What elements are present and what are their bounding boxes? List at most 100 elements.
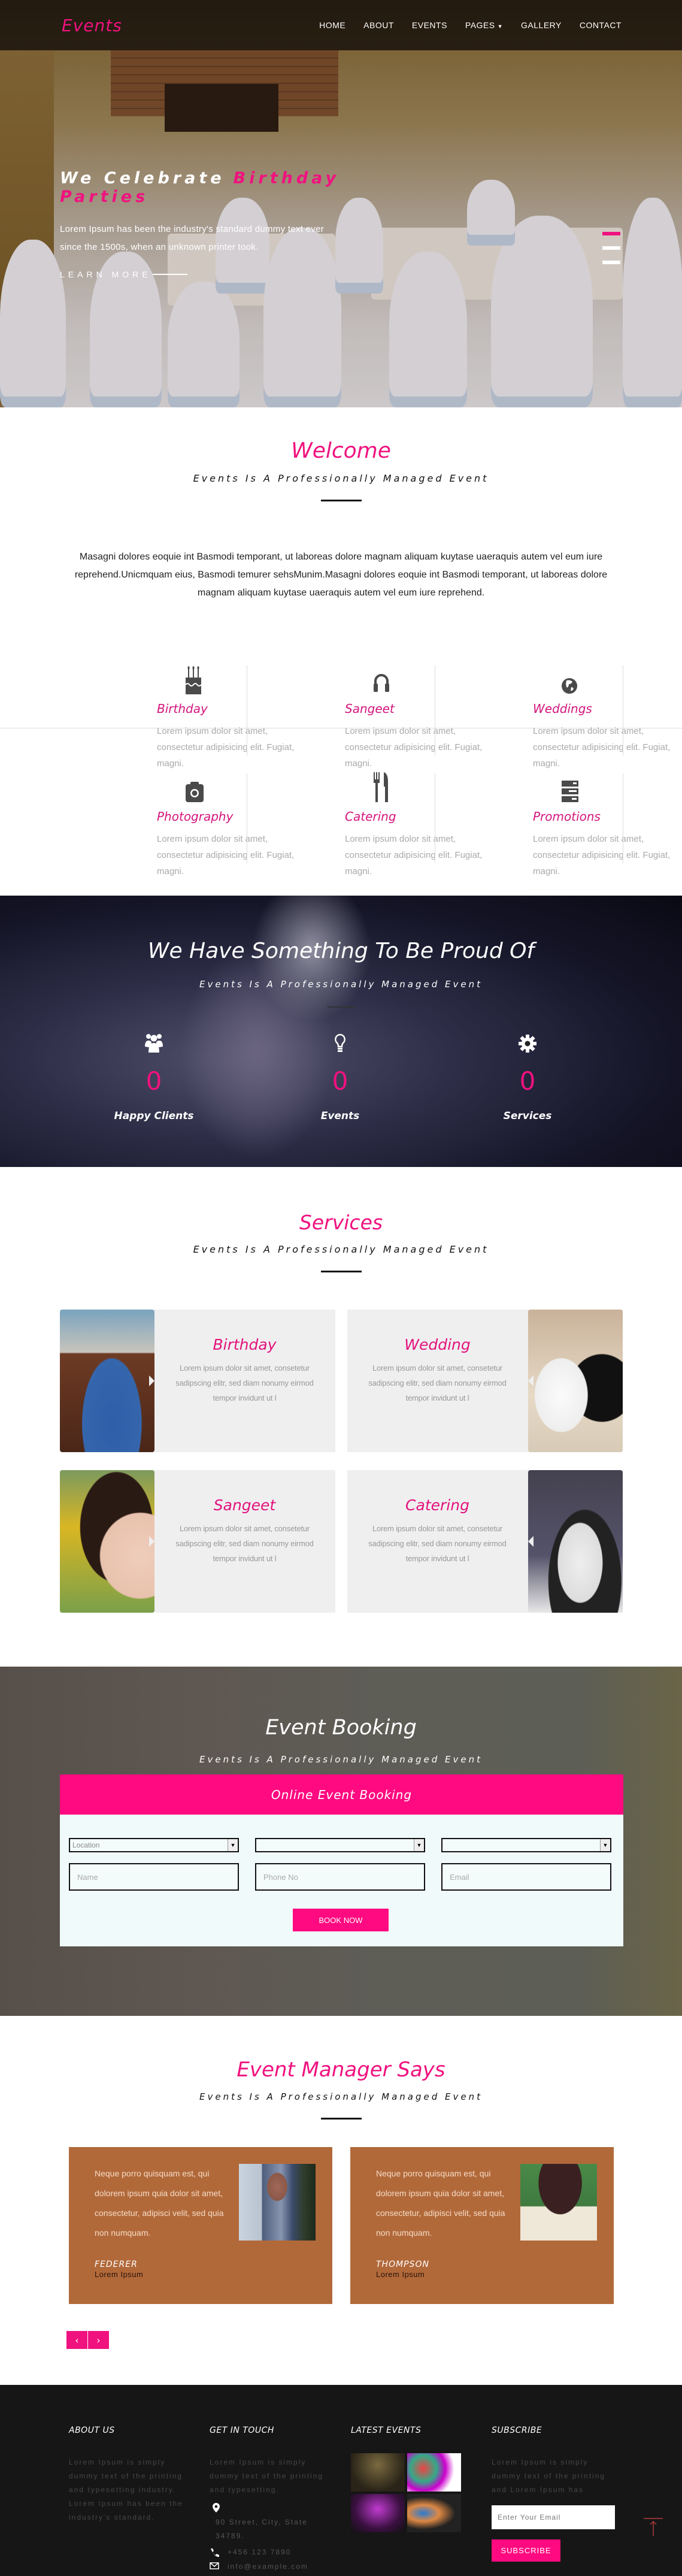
scroll-to-top-button[interactable] <box>644 2518 663 2536</box>
email-input[interactable]: Email <box>441 1863 611 1891</box>
testimonial-name: FEDERER <box>95 2260 138 2269</box>
carousel-prev-button[interactable]: ‹ <box>66 2331 87 2349</box>
dropdown-arrow-icon: ▼ <box>414 1839 424 1851</box>
features-grid: Birthday Lorem ipsum dolor sit amet, con… <box>0 661 682 876</box>
feature-sangeet: Sangeet Lorem ipsum dolor sit amet, cons… <box>345 661 533 769</box>
feature-text: Lorem ipsum dolor sit amet, consectetur … <box>533 834 671 876</box>
slide-indicator-2[interactable] <box>602 246 620 250</box>
event-thumbnail[interactable] <box>351 2494 405 2532</box>
event-thumbnail[interactable] <box>407 2453 461 2492</box>
select-value: Location <box>72 1841 100 1849</box>
footer-contact-text: Lorem Ipsum is simply dummy text of the … <box>210 2458 324 2494</box>
services-section: Services Events Is A Professionally Mana… <box>0 1167 682 1667</box>
site-logo[interactable]: Events <box>62 16 122 35</box>
stat-happy-clients: 0 Happy Clients <box>100 1030 208 1122</box>
booking-form-title: Online Event Booking <box>271 1787 413 1802</box>
stat-label: Services <box>503 1110 552 1122</box>
feature-text: Lorem ipsum dolor sit amet, consectetur … <box>157 726 295 769</box>
feature-photography: Photography Lorem ipsum dolor sit amet, … <box>157 769 345 876</box>
email-row: info@example.com <box>210 2562 335 2571</box>
server-icon <box>533 769 682 802</box>
service-title: Wedding <box>404 1336 471 1353</box>
nav-menu: HOME ABOUT EVENTS PAGES ▼ GALLERY CONTACT <box>319 20 622 30</box>
service-card-sangeet[interactable]: Sangeet Lorem ipsum dolor sit amet, cons… <box>59 1470 335 1613</box>
stat-value: 0 <box>332 1066 348 1096</box>
testimonial-quote: Neque porro quisquam est, qui dolorem ip… <box>95 2169 224 2238</box>
event-thumbnail[interactable] <box>351 2453 405 2492</box>
testimonial-role: Lorem Ipsum <box>376 2270 425 2279</box>
welcome-text: Masagni dolores eoquie int Basmodi tempo… <box>74 552 608 598</box>
subscribe-email-input[interactable] <box>492 2505 615 2529</box>
camera-icon <box>157 769 345 802</box>
feature-text: Lorem ipsum dolor sit amet, consectetur … <box>533 726 671 769</box>
nav-item-events[interactable]: EVENTS <box>412 20 447 30</box>
learn-more-link[interactable]: LEARN MORE <box>60 270 419 279</box>
users-icon <box>100 1030 208 1057</box>
feature-catering: Catering Lorem ipsum dolor sit amet, con… <box>345 769 533 876</box>
stat-events: 0 Events <box>286 1030 394 1122</box>
envelope-icon <box>210 2562 219 2569</box>
service-card-wedding[interactable]: Wedding Lorem ipsum dolor sit amet, cons… <box>347 1310 623 1452</box>
feature-birthday: Birthday Lorem ipsum dolor sit amet, con… <box>157 661 345 769</box>
slide-indicator-1[interactable] <box>602 232 620 235</box>
footer-about: ABOUT US Lorem Ipsum is simply dummy tex… <box>69 2426 195 2524</box>
service-text: Lorem ipsum dolor sit amet, consetetur s… <box>175 1363 314 1402</box>
nav-item-pages[interactable]: PAGES ▼ <box>465 20 503 30</box>
testimonial-card: Neque porro quisquam est, qui dolorem ip… <box>69 2147 332 2304</box>
email-text[interactable]: info@example.com <box>228 2562 308 2571</box>
services-grid: Birthday Lorem ipsum dolor sit amet, con… <box>59 1310 623 1613</box>
phone-input[interactable]: Phone No <box>255 1863 425 1891</box>
footer-about-text: Lorem Ipsum is simply dummy text of the … <box>69 2458 183 2521</box>
service-card-catering[interactable]: Catering Lorem ipsum dolor sit amet, con… <box>347 1470 623 1613</box>
date-select[interactable]: ▼ <box>441 1838 611 1852</box>
cutlery-icon <box>345 769 533 802</box>
headphones-icon <box>345 661 533 694</box>
service-text: Lorem ipsum dolor sit amet, consetetur s… <box>175 1524 314 1563</box>
testimonial-quote: Neque porro quisquam est, qui dolorem ip… <box>376 2169 505 2238</box>
nav-item-contact[interactable]: CONTACT <box>580 20 622 30</box>
booking-subtitle: Events Is A Professionally Managed Event <box>199 1754 483 1765</box>
location-select[interactable]: Location ▼ <box>69 1838 239 1852</box>
booking-form-header: Online Event Booking <box>60 1774 623 1815</box>
section-divider <box>320 1271 362 1272</box>
nav-item-about[interactable]: ABOUT <box>363 20 394 30</box>
service-text: Lorem ipsum dolor sit amet, consetetur s… <box>368 1363 507 1402</box>
achievements-title: We Have Something To Be Proud Of <box>147 939 535 963</box>
hero-section: Events HOME ABOUT EVENTS PAGES ▼ GALLERY … <box>0 0 682 407</box>
footer-heading: GET IN TOUCH <box>210 2426 274 2435</box>
section-divider <box>320 2118 362 2120</box>
service-image <box>59 1310 154 1452</box>
service-image <box>59 1470 154 1613</box>
service-card-birthday[interactable]: Birthday Lorem ipsum dolor sit amet, con… <box>59 1310 335 1452</box>
testimonial-card: Neque porro quisquam est, qui dolorem ip… <box>350 2147 614 2304</box>
hero-title: We Celebrate Birthday Parties <box>60 169 419 206</box>
hero-content: We Celebrate Birthday Parties Lorem Ipsum… <box>60 169 419 279</box>
testimonial-avatar <box>239 2164 316 2241</box>
dropdown-arrow-icon: ▼ <box>228 1839 238 1851</box>
lightbulb-icon <box>286 1030 394 1057</box>
welcome-section: Welcome Events Is A Professionally Manag… <box>0 407 682 896</box>
stat-value: 0 <box>146 1066 162 1096</box>
stat-label: Events <box>320 1110 360 1122</box>
feature-title: Weddings <box>533 702 592 716</box>
dropdown-arrow-icon: ▼ <box>600 1839 610 1851</box>
subscribe-button[interactable]: SUBSCRIBE <box>492 2539 560 2562</box>
nav-item-gallery[interactable]: GALLERY <box>521 20 562 30</box>
latest-events-gallery <box>351 2453 461 2532</box>
event-thumbnail[interactable] <box>407 2494 461 2532</box>
footer-heading: ABOUT US <box>69 2426 115 2435</box>
name-input[interactable]: Name <box>69 1863 239 1891</box>
service-title: Sangeet <box>213 1496 276 1514</box>
service-title: Catering <box>405 1496 469 1514</box>
event-type-select[interactable]: ▼ <box>255 1838 425 1852</box>
service-image <box>528 1310 623 1452</box>
slide-indicator-3[interactable] <box>602 261 620 264</box>
feature-text: Lorem ipsum dolor sit amet, consectetur … <box>345 726 483 769</box>
feature-title: Promotions <box>533 809 601 824</box>
services-title: Services <box>299 1211 383 1234</box>
book-now-button[interactable]: BOOK NOW <box>293 1909 389 1931</box>
carousel-next-button[interactable]: › <box>88 2331 109 2349</box>
feature-title: Photography <box>157 809 234 824</box>
nav-item-pages-label: PAGES <box>465 20 495 30</box>
nav-item-home[interactable]: HOME <box>319 20 345 30</box>
